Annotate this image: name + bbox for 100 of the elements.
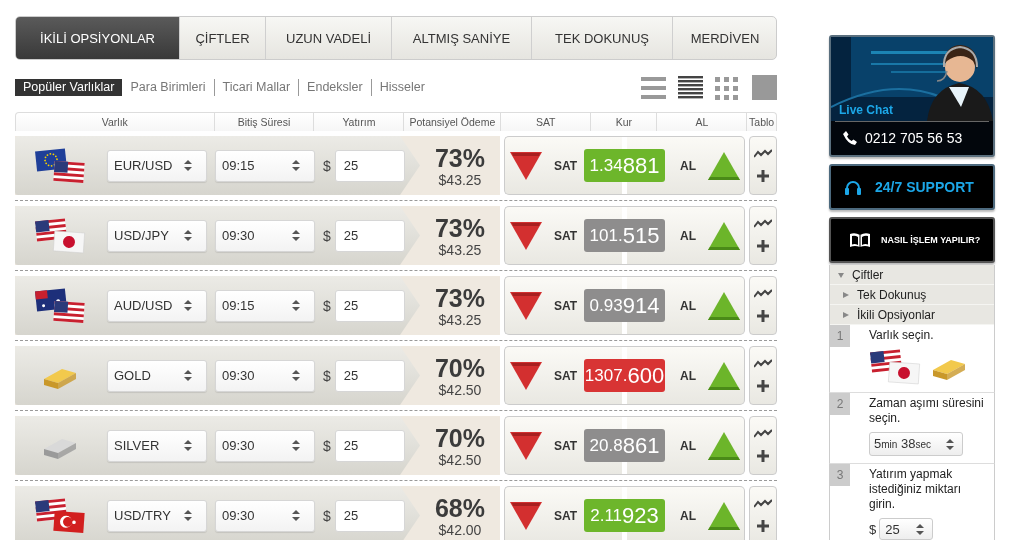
flags-icon bbox=[869, 349, 921, 385]
down-triangle-icon bbox=[510, 221, 542, 250]
currency-label: $ bbox=[323, 367, 331, 384]
buy-button[interactable]: AL bbox=[665, 206, 745, 265]
sell-button[interactable]: SAT bbox=[504, 346, 584, 405]
amount-field[interactable]: 25 bbox=[334, 219, 405, 252]
tab[interactable]: ALTMIŞ SANİYE bbox=[392, 17, 532, 59]
chart-button[interactable] bbox=[749, 206, 777, 265]
payout-amount: $42.50 bbox=[438, 381, 482, 398]
asset-select[interactable]: AUD/USD bbox=[107, 289, 207, 322]
expiry-select[interactable]: 09:15 bbox=[215, 289, 315, 322]
menu-item[interactable]: Çiftler bbox=[830, 265, 994, 285]
column-header: Kur bbox=[591, 113, 658, 131]
chart-button[interactable] bbox=[749, 136, 777, 195]
sort-caret-icon bbox=[946, 438, 954, 450]
support-button[interactable]: 24/7 SUPPORT bbox=[829, 164, 995, 210]
chart-button[interactable] bbox=[749, 486, 777, 540]
currency-label: $ bbox=[323, 507, 331, 524]
chart-button[interactable] bbox=[749, 416, 777, 475]
tab[interactable]: UZUN VADELİ bbox=[266, 17, 392, 59]
currency-label: $ bbox=[323, 437, 331, 454]
line-chart-icon bbox=[754, 148, 772, 159]
payout-percent: 70% bbox=[434, 353, 485, 382]
sort-caret-icon bbox=[916, 523, 925, 535]
step-text: Yatırım yapmak istediğiniz miktarı girin. bbox=[869, 467, 963, 512]
line-chart-icon bbox=[754, 358, 772, 369]
category-tab[interactable]: Popüler Varlıklar bbox=[15, 78, 123, 96]
how-to-button[interactable]: NASIL İŞLEM YAPILIR? bbox=[829, 217, 995, 263]
step-number: 3 bbox=[830, 464, 850, 486]
amount-field[interactable]: 25 bbox=[334, 149, 405, 182]
expiry-select[interactable]: 09:30 bbox=[215, 359, 315, 392]
menu-item[interactable]: İkili Opsiyonlar bbox=[830, 305, 994, 325]
asset-select[interactable]: USD/TRY bbox=[107, 499, 207, 532]
amount-field[interactable]: 25 bbox=[334, 359, 405, 392]
chart-button[interactable] bbox=[749, 276, 777, 335]
payout-amount: $42.00 bbox=[438, 521, 482, 538]
sort-caret-icon bbox=[184, 510, 192, 521]
expiry-select[interactable]: 09:15 bbox=[215, 149, 315, 182]
list-view-icon[interactable] bbox=[641, 74, 666, 100]
amount-field[interactable]: 25 bbox=[334, 499, 405, 532]
up-triangle-icon bbox=[708, 291, 740, 320]
sell-button[interactable]: SAT bbox=[504, 136, 584, 195]
plus-icon bbox=[757, 520, 769, 533]
expiry-select[interactable]: 09:30 bbox=[215, 219, 315, 252]
up-triangle-icon bbox=[708, 361, 740, 390]
sort-caret-icon bbox=[292, 440, 300, 451]
phone-number: 0212 705 56 53 bbox=[865, 130, 963, 146]
buy-button[interactable]: AL bbox=[665, 486, 745, 540]
buy-button[interactable]: AL bbox=[665, 276, 745, 335]
amount-field[interactable]: 25 bbox=[334, 429, 405, 462]
plus-icon bbox=[757, 380, 769, 393]
sell-button[interactable]: SAT bbox=[504, 206, 584, 265]
column-header: SAT bbox=[501, 113, 592, 131]
buy-button[interactable]: AL bbox=[665, 346, 745, 405]
rate-display: 0.93914 bbox=[584, 289, 665, 322]
tab[interactable]: İKİLİ OPSİYONLAR bbox=[16, 17, 180, 59]
tab[interactable]: MERDİVEN bbox=[673, 17, 776, 59]
column-header: Bitiş Süresi bbox=[214, 113, 315, 131]
category-tab[interactable]: Endeksler bbox=[298, 78, 371, 96]
rate-display: 1307.600 bbox=[584, 359, 665, 392]
currency-label: $ bbox=[323, 297, 331, 314]
live-chat-link[interactable]: Live Chat bbox=[839, 103, 893, 117]
flags-icon bbox=[34, 217, 86, 254]
tab[interactable]: ÇİFTLER bbox=[180, 17, 266, 59]
compact-list-icon[interactable] bbox=[678, 74, 703, 100]
amount-field[interactable]: 25 bbox=[334, 289, 405, 322]
amount-select[interactable]: 25 bbox=[879, 518, 934, 540]
buy-button[interactable]: AL bbox=[665, 416, 745, 475]
timer-select[interactable]: 5min 38sec bbox=[869, 432, 963, 456]
chart-button[interactable] bbox=[749, 346, 777, 405]
tab[interactable]: TEK DOKUNUŞ bbox=[532, 17, 673, 59]
sort-caret-icon bbox=[184, 160, 192, 171]
asset-select[interactable]: SILVER bbox=[107, 429, 207, 462]
asset-select[interactable]: EUR/USD bbox=[107, 149, 207, 182]
single-view-icon[interactable] bbox=[752, 74, 777, 100]
sort-caret-icon bbox=[184, 300, 192, 311]
line-chart-icon bbox=[754, 218, 772, 229]
plus-icon bbox=[757, 450, 769, 463]
asset-select[interactable]: GOLD bbox=[107, 359, 207, 392]
rate-display: 101.515 bbox=[584, 219, 665, 252]
flags-icon bbox=[34, 287, 86, 324]
plus-icon bbox=[757, 310, 769, 323]
sell-button[interactable]: SAT bbox=[504, 486, 584, 540]
category-tab[interactable]: Hisseler bbox=[370, 78, 433, 96]
asset-select[interactable]: USD/JPY bbox=[107, 219, 207, 252]
sell-button[interactable]: SAT bbox=[504, 416, 584, 475]
buy-button[interactable]: AL bbox=[665, 136, 745, 195]
expiry-select[interactable]: 09:30 bbox=[215, 429, 315, 462]
plus-icon bbox=[757, 240, 769, 253]
rate-display: 2.11923 bbox=[584, 499, 665, 532]
step-text: Zaman aşımı süresini seçin. bbox=[869, 396, 985, 426]
category-tab[interactable]: Ticari Mallar bbox=[213, 78, 299, 96]
menu-item[interactable]: Tek Dokunuş bbox=[830, 285, 994, 305]
down-triangle-icon bbox=[510, 361, 542, 390]
step-number: 2 bbox=[830, 393, 850, 415]
payout-amount: $43.25 bbox=[438, 171, 482, 188]
category-tab[interactable]: Para Birimleri bbox=[122, 78, 214, 96]
sell-button[interactable]: SAT bbox=[504, 276, 584, 335]
grid-view-icon[interactable] bbox=[715, 74, 740, 100]
expiry-select[interactable]: 09:30 bbox=[215, 499, 315, 532]
